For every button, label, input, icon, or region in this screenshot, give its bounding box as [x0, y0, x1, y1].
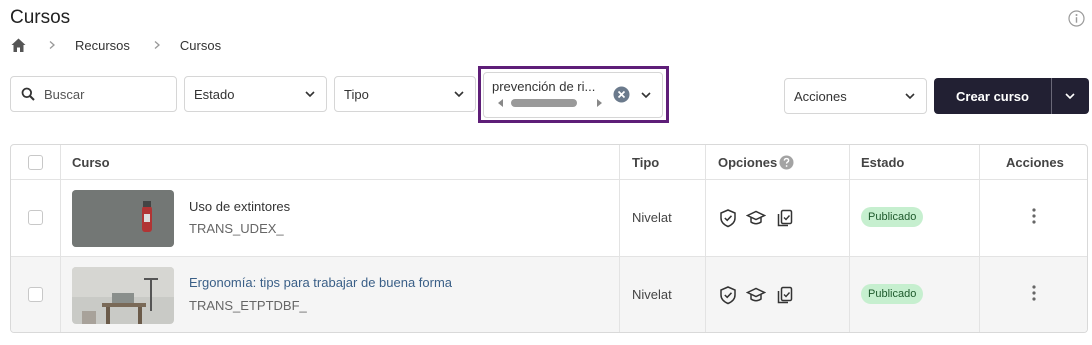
acciones-select[interactable]: Acciones	[784, 78, 927, 114]
kebab-menu-icon[interactable]	[1029, 207, 1039, 225]
column-header-acciones: Acciones	[1006, 155, 1064, 170]
course-thumbnail[interactable]	[72, 190, 174, 247]
row-checkbox[interactable]	[28, 210, 43, 225]
column-divider	[619, 145, 620, 332]
create-course-button-group: Crear curso	[934, 78, 1089, 114]
course-title[interactable]: Ergonomía: tips para trabajar de buena f…	[189, 275, 452, 290]
kebab-menu-icon[interactable]	[1029, 284, 1039, 302]
table-header-row: Curso Tipo Opciones Estado Acciones	[11, 145, 1087, 180]
clear-circle-icon[interactable]	[613, 86, 630, 103]
course-code: TRANS_ETPTDBF_	[189, 298, 307, 313]
breadcrumb-item-recursos[interactable]: Recursos	[75, 38, 130, 53]
course-title[interactable]: Uso de extintores	[189, 199, 290, 214]
course-type: Nivelat	[632, 287, 672, 302]
search-placeholder: Buscar	[44, 86, 85, 102]
estado-select-label: Estado	[194, 86, 235, 102]
chevron-down-icon[interactable]	[1064, 90, 1076, 102]
select-all-checkbox[interactable]	[28, 155, 43, 170]
column-header-curso[interactable]: Curso	[72, 155, 110, 170]
column-divider	[979, 145, 980, 332]
tipo-select[interactable]: Tipo	[334, 76, 476, 112]
horizontal-scrollbar[interactable]	[496, 97, 604, 109]
table-row[interactable]: Uso de extintores TRANS_UDEX_ Nivelat Pu…	[11, 180, 1087, 257]
chevron-down-icon[interactable]	[640, 89, 652, 101]
table-row[interactable]: Ergonomía: tips para trabajar de buena f…	[11, 257, 1087, 332]
column-divider	[60, 145, 61, 332]
chevron-down-icon	[454, 91, 464, 98]
selected-tag: prevención de ri...	[492, 79, 596, 94]
graduation-cap-icon	[746, 287, 766, 302]
graduation-cap-icon	[746, 210, 766, 225]
estado-select[interactable]: Estado	[184, 76, 327, 112]
column-divider	[849, 145, 850, 332]
chevron-right-icon	[49, 41, 55, 49]
clipboard-copy-icon	[777, 286, 793, 304]
button-divider	[1051, 78, 1052, 114]
create-course-button[interactable]: Crear curso	[934, 89, 1051, 104]
chevron-down-icon	[305, 91, 315, 98]
breadcrumb-item-cursos: Cursos	[179, 37, 222, 53]
breadcrumb: Recursos Cursos	[10, 36, 221, 54]
course-code: TRANS_UDEX_	[189, 221, 284, 236]
clipboard-copy-icon	[777, 209, 793, 227]
status-badge: Publicado	[861, 284, 924, 304]
column-divider	[705, 145, 706, 332]
shield-check-icon	[720, 209, 736, 228]
chevron-down-icon	[905, 93, 915, 100]
shield-check-icon	[720, 286, 736, 305]
column-header-tipo[interactable]: Tipo	[632, 155, 659, 170]
search-input[interactable]: Buscar	[10, 76, 177, 112]
course-thumbnail[interactable]	[72, 267, 174, 324]
column-header-opciones: Opciones	[718, 155, 778, 170]
status-badge: Publicado	[861, 207, 924, 227]
courses-table: Curso Tipo Opciones Estado Acciones Uso …	[10, 144, 1088, 333]
tipo-select-label: Tipo	[344, 86, 369, 102]
tag-multiselect[interactable]: prevención de ri...	[483, 72, 663, 118]
search-icon	[21, 87, 35, 101]
column-header-estado[interactable]: Estado	[861, 155, 904, 170]
page-title: Cursos	[10, 7, 71, 28]
course-type: Nivelat	[632, 210, 672, 225]
help-circle-icon[interactable]	[779, 155, 794, 170]
acciones-select-label: Acciones	[794, 88, 847, 104]
info-icon[interactable]	[1068, 10, 1085, 27]
home-icon[interactable]	[10, 37, 27, 54]
chevron-right-icon	[154, 41, 160, 49]
row-checkbox[interactable]	[28, 287, 43, 302]
